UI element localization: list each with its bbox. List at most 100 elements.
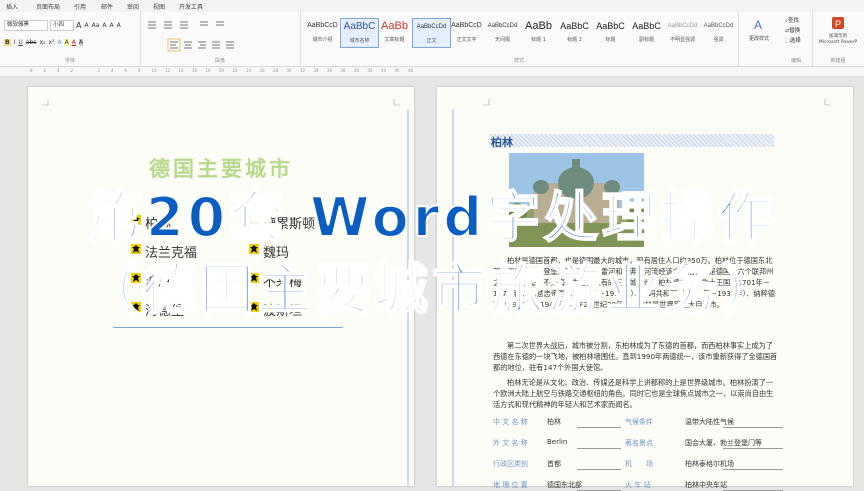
style-gallery-item[interactable]: AaBbC 标题 [592, 18, 629, 46]
tab-review[interactable]: 审阅 [127, 2, 139, 11]
ppt-add-button[interactable]: P 加演示到 Microsoft PowerP [812, 15, 864, 46]
bold-button[interactable]: B [4, 39, 11, 46]
font-name-select[interactable]: 微软雅黑 [4, 20, 48, 31]
highlight-button[interactable]: A [64, 39, 69, 46]
ruler-mark: 24 [246, 68, 252, 73]
ruler-mark: 12 [165, 68, 171, 73]
clear-format-button[interactable]: A [102, 22, 106, 29]
info-label: 地 理 位 置 [493, 481, 528, 489]
underline [577, 427, 621, 428]
ruler-mark: 46 [394, 68, 400, 73]
tab-references[interactable]: 引用 [74, 2, 86, 11]
ruler-mark: 6 [124, 68, 128, 73]
font-color-button[interactable]: A [72, 39, 76, 46]
ruler-mark: 38 [340, 68, 346, 73]
change-case-button[interactable]: Aa [92, 22, 100, 29]
subscript-button[interactable]: x₂ [40, 39, 46, 46]
info-value: 德国东北部 [547, 481, 582, 489]
info-label: 中 文 名 称 [493, 418, 528, 426]
ruler-mark: 8 [138, 68, 141, 73]
paragraph-icons[interactable] [140, 16, 300, 56]
ruler-mark: 18 [205, 68, 211, 73]
style-name: 无间隔 [494, 37, 510, 43]
change-styles-button[interactable]: A 更改样式 [742, 16, 776, 42]
superscript-button[interactable]: x² [49, 39, 55, 46]
text-effect-button[interactable]: A [58, 39, 62, 46]
font-size-select[interactable]: 小四 [50, 20, 74, 31]
style-gallery-item[interactable]: AaBbC 城市名称 [340, 18, 379, 48]
horizontal-ruler[interactable]: 8 6 4 2 2 4 6 8 10 12 14 16 18 20 22 24 26 28 30 32 34 36 38 40… [0, 67, 864, 77]
style-preview: AaBbCcDd [703, 23, 734, 29]
style-gallery-item[interactable]: AaBbCcDd 无间隔 [484, 18, 521, 46]
ruler-mark: 20 [219, 68, 225, 73]
style-preview: AaBbC [343, 21, 376, 32]
style-name: 不明显强调 [669, 37, 695, 43]
new-group: P 加演示到 Microsoft PowerP 新建组 [812, 12, 864, 66]
video-title-line-1: 第20套 Word字处理操作 [87, 185, 776, 250]
info-label: 气候条件 [625, 418, 653, 426]
phonetic-guide-button[interactable]: A [109, 22, 113, 29]
tab-mailings[interactable]: 邮件 [101, 2, 113, 11]
format-buttons-row: B I U abc x₂ x² A A A A [4, 39, 83, 46]
ruler-mark: 2 [70, 68, 74, 73]
underline [723, 427, 783, 428]
style-preview: AaBb [381, 20, 408, 32]
underline [723, 469, 783, 470]
paragraph-2: 第二次世界大战后，城市被分割，东柏林成为了东德的首都，而西柏林事实上成为了西德在… [493, 341, 778, 372]
find-button[interactable]: ⌕查找 [785, 16, 801, 26]
tab-view[interactable]: 视图 [153, 2, 165, 11]
style-gallery-item[interactable]: AaBbCcDd 正文 [412, 18, 451, 48]
style-gallery-item[interactable]: AaBb 标题 1 [520, 18, 557, 46]
ruler-mark: 8 [30, 68, 33, 73]
tab-page-layout[interactable]: 页面布局 [36, 2, 60, 11]
style-name: 正文文字 [456, 37, 477, 43]
style-gallery-item[interactable]: AaBbCcDd 强调 [700, 18, 737, 46]
paragraph-3: 柏林无论是从文化、政治、传媒还是科学上讲都称的上是世界级城市。柏林扮演了一个欧洲… [493, 378, 774, 409]
paragraph-group-label: 段落 [214, 58, 225, 64]
style-gallery-item[interactable]: AaBbC 副标题 [628, 18, 665, 46]
style-gallery-item[interactable]: AaBbCcD 城市介绍 [304, 18, 341, 46]
info-label: 行政区类别 [493, 460, 528, 468]
style-name: 文章标题 [384, 37, 405, 43]
select-button[interactable]: ⬚选择 [785, 36, 801, 46]
ruler-mark: 32 [300, 68, 306, 73]
ruler-mark: 30 [286, 68, 292, 73]
style-gallery-item[interactable]: AaBbCcD 正文文字 [448, 18, 485, 46]
italic-button[interactable]: I [14, 39, 16, 46]
style-preview: AaBbC [632, 21, 661, 31]
section-heading-text: 柏林 [491, 136, 513, 149]
tab-developer[interactable]: 开发工具 [179, 2, 203, 11]
style-gallery-item[interactable]: AaBbC 标题 2 [556, 18, 593, 46]
info-value: 国会大厦、勃兰登堡门等 [685, 439, 762, 447]
ruler-mark: 48 [408, 68, 414, 73]
ruler-mark: 6 [43, 68, 47, 73]
tab-insert[interactable]: 插入 [6, 2, 18, 11]
style-gallery-item[interactable]: AaBbCcDd 不明显强调 [664, 18, 701, 46]
ruler-mark: 28 [273, 68, 279, 73]
style-name: 副标题 [638, 37, 654, 43]
underline-button[interactable]: U [18, 39, 22, 46]
ruler-mark: 14 [178, 68, 184, 73]
underline [723, 448, 783, 449]
replace-button[interactable]: ⇄替换 [785, 26, 801, 36]
styles-group-label: 样式 [513, 58, 524, 64]
char-border-button[interactable]: A [117, 22, 121, 29]
style-name: 标题 1 [531, 37, 546, 43]
info-label: 外 文 名 称 [493, 439, 528, 447]
grow-font-button[interactable]: A [76, 21, 81, 30]
info-value: 温带大陆性气候 [685, 418, 734, 426]
svg-text:P: P [835, 19, 841, 29]
ribbon-tabs: 插入 页面布局 引用 邮件 审阅 视图 开发工具 [0, 0, 864, 12]
strikethrough-button[interactable]: abc [26, 39, 37, 46]
ruler-mark: 42 [367, 68, 373, 73]
info-value: 首都 [547, 460, 561, 468]
underline [577, 448, 621, 449]
style-name: 正文 [426, 38, 437, 44]
info-value: 柏林 [547, 418, 561, 426]
styles-group: AaBbCcD 城市介绍 AaBbC 城市名称 AaBb 文章标题 AaBbCcDd 正文 Aa… [300, 12, 739, 66]
shrink-font-button[interactable]: A [84, 22, 88, 29]
style-gallery-item[interactable]: AaBb 文章标题 [376, 18, 413, 46]
ruler-mark: 26 [259, 68, 265, 73]
style-preview: AaBb [525, 20, 552, 32]
char-shading-button[interactable]: A [78, 39, 83, 46]
